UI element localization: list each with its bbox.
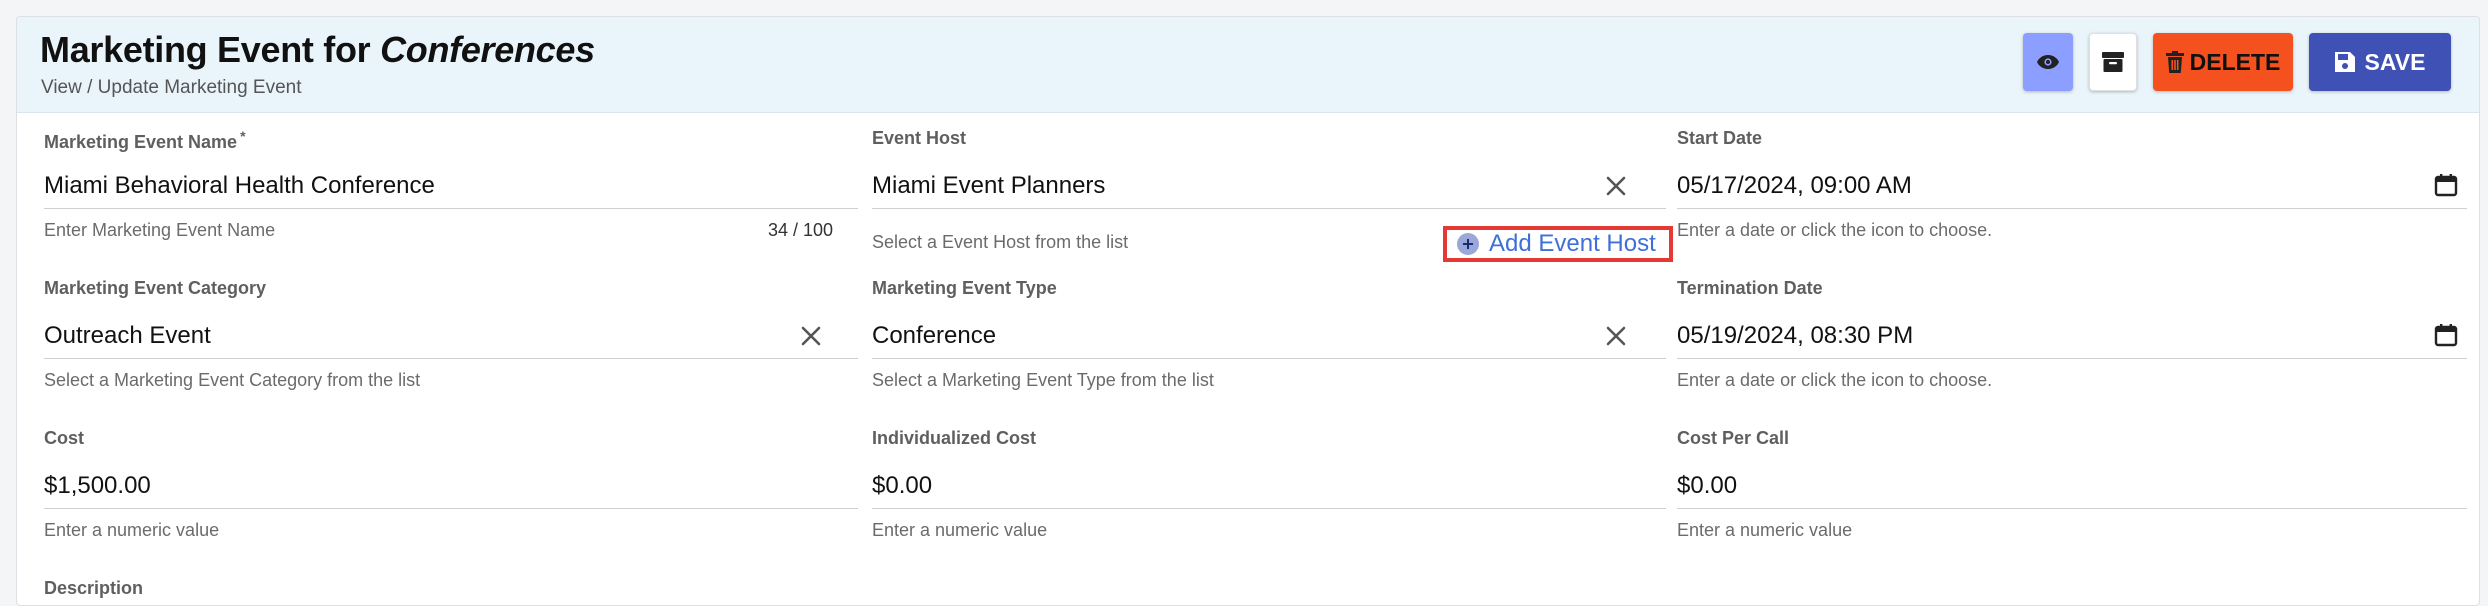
save-button-label: SAVE	[2364, 48, 2426, 75]
eye-icon	[2037, 55, 2059, 69]
cost-per-call-helper: Enter a numeric value	[1677, 520, 1853, 540]
calendar-icon[interactable]	[2433, 322, 2459, 348]
cost-helper: Enter a numeric value	[44, 520, 220, 540]
add-event-host-label: Add Event Host	[1489, 230, 1656, 257]
start-date-input[interactable]: 05/17/2024, 09:00 AM	[1677, 172, 1912, 200]
event-name-helper: Enter Marketing Event Name	[44, 220, 276, 240]
header-actions: DELETE SAVE	[2023, 33, 2451, 91]
page-header: Marketing Event for Conferences View / U…	[17, 17, 2479, 113]
add-event-host-button[interactable]: Add Event Host	[1443, 226, 1673, 262]
title-prefix: Marketing Event for	[40, 29, 381, 70]
category-label: Marketing Event Category	[44, 278, 267, 298]
event-type-helper: Select a Marketing Event Type from the l…	[872, 370, 1214, 390]
calendar-icon[interactable]	[2433, 172, 2459, 198]
close-icon[interactable]	[1603, 173, 1629, 199]
event-type-underline	[872, 358, 1666, 359]
page-title: Marketing Event for Conferences	[40, 29, 595, 71]
termination-date-helper: Enter a date or click the icon to choose…	[1677, 370, 1993, 390]
event-name-label: Marketing Event Name *	[44, 128, 246, 152]
save-button[interactable]: SAVE	[2309, 33, 2451, 91]
plus-circle-icon	[1457, 233, 1479, 255]
floppy-icon	[2334, 52, 2355, 72]
start-date-underline	[1677, 208, 2467, 209]
cost-underline	[44, 508, 858, 509]
marketing-event-card: Marketing Event for Conferences View / U…	[16, 16, 2480, 606]
breadcrumb: View / Update Marketing Event	[41, 77, 302, 98]
individualized-cost-label: Individualized Cost	[872, 428, 1037, 448]
start-date-helper: Enter a date or click the icon to choose…	[1677, 220, 1993, 240]
category-underline	[44, 358, 858, 359]
termination-date-label: Termination Date	[1677, 278, 1823, 298]
event-type-input[interactable]: Conference	[872, 322, 996, 350]
close-icon[interactable]	[798, 323, 824, 349]
event-name-counter: 34 / 100	[768, 220, 834, 240]
individualized-cost-underline	[872, 508, 1666, 509]
individualized-cost-helper: Enter a numeric value	[872, 520, 1048, 540]
event-name-underline	[44, 208, 858, 209]
event-host-input[interactable]: Miami Event Planners	[872, 172, 1105, 200]
event-type-label: Marketing Event Type	[872, 278, 1057, 298]
close-icon[interactable]	[1603, 323, 1629, 349]
start-date-label: Start Date	[1677, 128, 1763, 148]
description-label: Description	[44, 578, 144, 598]
trash-icon	[2165, 51, 2184, 73]
delete-button-label: DELETE	[2189, 48, 2281, 75]
cost-per-call-underline	[1677, 508, 2467, 509]
cost-input[interactable]: $1,500.00	[44, 472, 151, 500]
category-input[interactable]: Outreach Event	[44, 322, 211, 350]
termination-date-underline	[1677, 358, 2467, 359]
cost-per-call-label: Cost Per Call	[1677, 428, 1790, 448]
archive-button[interactable]	[2089, 33, 2137, 91]
archive-icon	[2102, 52, 2124, 72]
event-host-label: Event Host	[872, 128, 967, 148]
individualized-cost-input[interactable]: $0.00	[872, 472, 932, 500]
event-host-helper: Select a Event Host from the list	[872, 232, 1129, 252]
delete-button[interactable]: DELETE	[2153, 33, 2293, 91]
cost-per-call-input[interactable]: $0.00	[1677, 472, 1737, 500]
event-name-input[interactable]: Miami Behavioral Health Conference	[44, 172, 435, 200]
termination-date-input[interactable]: 05/19/2024, 08:30 PM	[1677, 322, 1913, 350]
event-host-underline	[872, 208, 1666, 209]
cost-label: Cost	[44, 428, 84, 448]
title-entity: Conferences	[380, 29, 595, 70]
view-button[interactable]	[2023, 33, 2073, 91]
category-helper: Select a Marketing Event Category from t…	[44, 370, 421, 390]
